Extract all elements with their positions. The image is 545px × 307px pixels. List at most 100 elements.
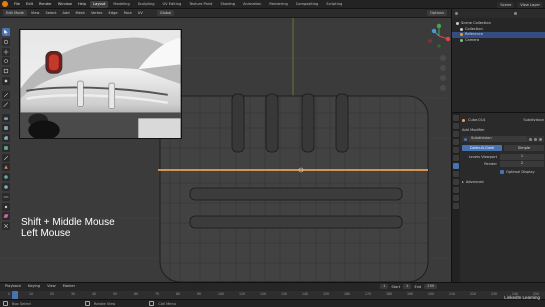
simple-button[interactable]: Simple <box>504 145 544 151</box>
edge-slide-tool[interactable] <box>2 192 10 201</box>
levels-viewport-input[interactable]: 1 <box>500 154 544 160</box>
zoom-icon[interactable] <box>440 55 446 61</box>
tab-rendering[interactable]: Rendering <box>266 1 290 8</box>
menu-edit[interactable]: Edit <box>24 0 35 9</box>
add-modifier-button[interactable]: Add Modifier <box>462 127 544 133</box>
menu-timeline-view[interactable]: View <box>45 283 58 290</box>
menu-playback[interactable]: Playback <box>3 283 23 290</box>
tab-compositing[interactable]: Compositing <box>293 1 322 8</box>
transform-tool[interactable] <box>2 76 10 85</box>
tab-texture-paint[interactable]: Texture Paint <box>186 1 215 8</box>
menu-uv[interactable]: UV <box>136 9 145 18</box>
options-dropdown[interactable]: Options <box>427 10 447 16</box>
output-tab-icon[interactable] <box>453 131 459 137</box>
scene-field[interactable]: Scene <box>497 1 515 8</box>
menu-vertex[interactable]: Vertex <box>89 9 105 18</box>
modifier-tab-icon[interactable] <box>453 163 459 169</box>
camera-view-icon[interactable] <box>440 75 446 81</box>
view-layer-field[interactable]: View Layer <box>517 1 543 8</box>
shrink-icon <box>4 205 8 208</box>
knife-tool[interactable] <box>2 153 10 162</box>
start-label: Start <box>391 284 401 289</box>
menu-help[interactable]: Help <box>76 0 88 9</box>
start-frame-field[interactable]: 1 <box>403 284 412 289</box>
tab-uv-editing[interactable]: UV Editing <box>160 1 185 8</box>
menu-face[interactable]: Face <box>122 9 134 18</box>
menu-select[interactable]: Select <box>43 9 58 18</box>
menu-view[interactable]: View <box>29 9 42 18</box>
scale-tool[interactable] <box>2 67 10 76</box>
render-toggle-icon[interactable] <box>534 137 537 141</box>
grid-perspective-icon[interactable] <box>440 85 446 91</box>
menu-file[interactable]: File <box>12 0 22 9</box>
tab-modeling[interactable]: Modeling <box>110 1 132 8</box>
remove-modifier-icon[interactable] <box>539 137 542 141</box>
render-tab-icon[interactable] <box>453 123 459 129</box>
move-tool[interactable] <box>2 47 10 56</box>
world-tab-icon[interactable] <box>453 147 459 153</box>
menu-render[interactable]: Render <box>37 0 54 9</box>
pan-hand-icon[interactable] <box>440 65 446 71</box>
realtime-toggle-icon[interactable] <box>529 137 532 141</box>
pencil-icon <box>3 92 9 97</box>
menu-window[interactable]: Window <box>56 0 74 9</box>
tab-animation[interactable]: Animation <box>240 1 264 8</box>
catmull-clark-button[interactable]: Catmull-Clark <box>462 145 502 151</box>
material-tab-icon[interactable] <box>453 203 459 209</box>
filter-icon[interactable] <box>514 12 517 15</box>
cursor-tool[interactable] <box>2 37 10 46</box>
constraints-tab-icon[interactable] <box>453 187 459 193</box>
tab-sculpting[interactable]: Sculpting <box>135 1 158 8</box>
shrink-tool[interactable] <box>2 202 10 211</box>
menu-keying[interactable]: Keying <box>26 283 42 290</box>
rotate-tool[interactable] <box>2 57 10 66</box>
tab-scripting[interactable]: Scripting <box>323 1 345 8</box>
bevel-tool[interactable] <box>2 133 10 142</box>
camera-icon <box>460 38 463 42</box>
menu-add[interactable]: Add <box>61 9 72 18</box>
object-tab-icon[interactable] <box>453 155 459 161</box>
data-tab-icon[interactable] <box>453 195 459 201</box>
outliner-item-camera[interactable]: Camera <box>452 38 545 44</box>
select-box-tool[interactable] <box>2 28 10 36</box>
subdivision-icon <box>464 137 467 141</box>
loop-cut-tool[interactable] <box>2 143 10 152</box>
physics-tab-icon[interactable] <box>453 179 459 185</box>
blender-logo-icon[interactable] <box>2 1 8 7</box>
viewport-header: Edit Mode View Select Add Mesh Vertex Ed… <box>0 9 451 18</box>
poly-build-tool[interactable] <box>2 163 10 172</box>
spin-tool[interactable] <box>2 173 10 182</box>
transform-orientation-dropdown[interactable]: Global <box>156 10 175 16</box>
menu-mesh[interactable]: Mesh <box>74 9 87 18</box>
modifier-name-input[interactable]: Subdivision <box>469 136 527 142</box>
tab-layout[interactable]: Layout <box>90 0 109 8</box>
tab-shading[interactable]: Shading <box>217 1 238 8</box>
end-frame-field[interactable]: 250 <box>424 284 438 289</box>
advanced-panel-header[interactable]: Advanced <box>466 179 484 185</box>
status-call-menu: Call Menu <box>158 301 177 306</box>
timeline-tick-label: 30 <box>71 292 76 296</box>
particles-tab-icon[interactable] <box>453 171 459 177</box>
rip-tool[interactable] <box>2 222 10 231</box>
outliner-search-input[interactable] <box>461 11 511 16</box>
scene-tab-icon[interactable] <box>453 139 459 145</box>
tool-tab-icon[interactable] <box>453 115 459 121</box>
navigation-gizmo[interactable] <box>424 21 454 51</box>
outliner-display-icon[interactable] <box>455 12 458 15</box>
shear-tool[interactable] <box>2 212 10 221</box>
keystroke-line-2: Left Mouse <box>21 228 71 239</box>
annotate-tool[interactable] <box>2 90 10 99</box>
extrude-tool[interactable] <box>2 114 10 123</box>
timeline-tick-label: 10 <box>29 292 34 296</box>
mode-dropdown[interactable]: Edit Mode <box>3 10 27 16</box>
optimal-display-checkbox[interactable] <box>500 170 504 174</box>
measure-tool[interactable] <box>2 100 10 109</box>
smooth-tool[interactable] <box>2 182 10 191</box>
current-frame-field[interactable]: 1 <box>380 284 389 289</box>
render-levels-input[interactable]: 2 <box>500 161 544 167</box>
inset-tool[interactable] <box>2 124 10 133</box>
menu-edge[interactable]: Edge <box>107 9 120 18</box>
timeline-tick-label: 160 <box>344 292 351 296</box>
menu-marker[interactable]: Marker <box>61 283 77 290</box>
knife-icon <box>3 155 9 160</box>
